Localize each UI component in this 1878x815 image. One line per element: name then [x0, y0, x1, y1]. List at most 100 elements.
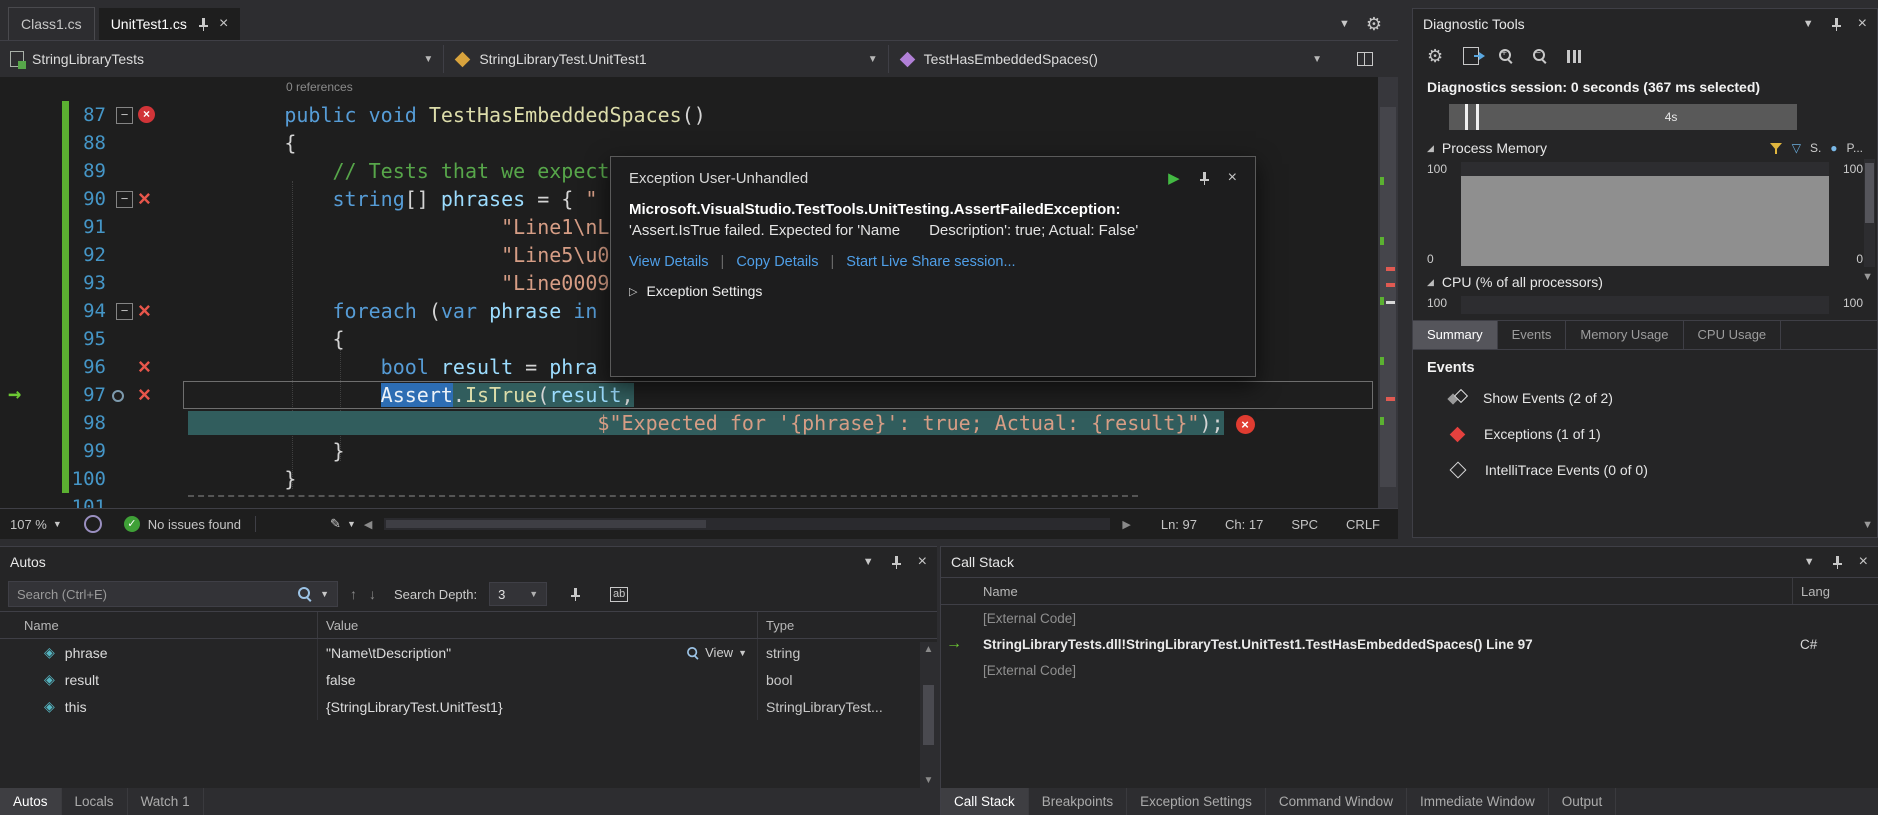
chevron-down-icon[interactable]: ▼	[320, 589, 329, 599]
value-view-button[interactable]: View▼	[686, 645, 747, 660]
diag-tab-events[interactable]: Events	[1498, 321, 1567, 349]
autos-row[interactable]: ◈this{StringLibraryTest.UnitTest1}String…	[0, 693, 937, 720]
export-icon[interactable]	[1463, 47, 1479, 65]
tab-options-gear-icon[interactable]: ⚙	[1366, 14, 1382, 35]
column-header-value[interactable]: Value	[318, 612, 758, 638]
popup-link-0[interactable]: View Details	[629, 254, 709, 270]
popup-link-1[interactable]: Copy Details	[736, 254, 818, 270]
cpu-section-header[interactable]: ◢ CPU (% of all processors)	[1413, 270, 1877, 292]
tool-tab-call-stack[interactable]: Call Stack	[941, 788, 1029, 815]
suggestions-pen-button[interactable]: ✎ ▼	[330, 516, 356, 532]
search-next-icon[interactable]: ↓	[369, 586, 376, 602]
pin-panel-icon[interactable]	[1831, 555, 1843, 569]
popup-link-2[interactable]: Start Live Share session...	[846, 254, 1015, 270]
tool-tab-immediate-window[interactable]: Immediate Window	[1407, 788, 1549, 815]
event-row[interactable]: IntelliTrace Events (0 of 0)	[1413, 452, 1877, 488]
diag-tab-cpu-usage[interactable]: CPU Usage	[1684, 321, 1782, 349]
close-panel-icon[interactable]: ×	[918, 554, 927, 570]
tool-tab-breakpoints[interactable]: Breakpoints	[1029, 788, 1127, 815]
code-line[interactable]: 101	[0, 493, 1378, 508]
column-header-type[interactable]: Type	[758, 612, 937, 638]
close-panel-icon[interactable]: ×	[1859, 554, 1868, 570]
tool-tab-output[interactable]: Output	[1549, 788, 1617, 815]
fold-toggle-icon[interactable]: −	[116, 303, 133, 320]
autos-row[interactable]: ◈resultfalsebool	[0, 666, 937, 693]
document-health-icon[interactable]	[84, 515, 102, 533]
fold-toggle-icon[interactable]: −	[116, 107, 133, 124]
column-header-name[interactable]: Name	[0, 612, 318, 638]
scroll-right-icon[interactable]: ▶	[1122, 518, 1130, 531]
pin-panel-icon[interactable]	[1830, 17, 1842, 31]
type-dropdown[interactable]: StringLibraryTest.UnitTest1 ▼	[444, 45, 888, 73]
pin-panel-icon[interactable]	[890, 555, 902, 569]
session-timeline[interactable]: 4s	[1449, 104, 1797, 130]
pin-popup-icon[interactable]	[1198, 171, 1210, 185]
code-line[interactable]: 99 }	[0, 437, 1378, 465]
tool-tab-command-window[interactable]: Command Window	[1266, 788, 1407, 815]
text-visualizer-button[interactable]: ab	[603, 581, 635, 607]
chevron-down-icon[interactable]: ▼	[1804, 556, 1815, 568]
diagnostics-scrollbar[interactable]	[1864, 159, 1875, 267]
close-panel-icon[interactable]: ×	[1858, 16, 1867, 32]
tab-class1[interactable]: Class1.cs	[8, 7, 95, 40]
member-dropdown[interactable]: TestHasEmbeddedSpaces() ▼	[889, 45, 1332, 73]
chevron-down-icon[interactable]: ▼	[863, 556, 874, 568]
pin-tab-icon[interactable]	[197, 17, 209, 31]
code-line[interactable]: 100 }	[0, 465, 1378, 493]
column-header-name[interactable]: Name	[967, 584, 1792, 599]
call-stack-row[interactable]: [External Code]	[941, 657, 1878, 683]
line-ending-indicator[interactable]: CRLF	[1346, 517, 1380, 532]
code-line[interactable]: 88 {	[0, 129, 1378, 157]
reset-view-chart-icon[interactable]	[1567, 50, 1581, 63]
search-depth-select[interactable]: 3 ▼	[489, 582, 547, 606]
project-dropdown[interactable]: StringLibraryTests ▼	[0, 45, 444, 73]
codelens-references[interactable]: 0 references	[286, 80, 353, 94]
event-row[interactable]: Show Events (2 of 2)	[1413, 380, 1877, 416]
autos-scrollbar[interactable]: ▲ ▼	[920, 642, 937, 788]
settings-gear-icon[interactable]: ⚙	[1427, 46, 1443, 67]
continue-play-icon[interactable]: ▶	[1168, 169, 1180, 187]
code-line[interactable]: 98 $"Expected for '{phrase}': true; Actu…	[0, 409, 1378, 437]
tool-tab-autos[interactable]: Autos	[0, 788, 62, 815]
exception-settings-expander[interactable]: ▷ Exception Settings	[629, 283, 1237, 299]
event-row[interactable]: Exceptions (1 of 1)	[1413, 416, 1877, 452]
process-memory-section-header[interactable]: ◢ Process Memory ▽ S. ● P...	[1413, 136, 1877, 158]
scrollbar-thumb[interactable]	[1865, 163, 1874, 223]
scroll-left-icon[interactable]: ◀	[364, 518, 372, 531]
close-popup-icon[interactable]: ×	[1228, 170, 1237, 186]
chevron-down-icon[interactable]: ▼	[1803, 18, 1814, 30]
code-line[interactable]: 87−× public void TestHasEmbeddedSpaces()	[0, 101, 1378, 129]
search-icon[interactable]	[298, 587, 312, 601]
scroll-down-icon[interactable]: ▼	[1862, 519, 1873, 531]
search-prev-icon[interactable]: ↑	[350, 586, 357, 602]
zoom-in-icon[interactable]: +	[1499, 49, 1513, 63]
call-stack-row[interactable]: →StringLibraryTests.dll!StringLibraryTes…	[941, 631, 1878, 657]
fold-toggle-icon[interactable]: −	[116, 191, 133, 208]
search-input[interactable]: Search (Ctrl+E) ▼	[8, 581, 338, 607]
scroll-down-icon[interactable]: ▼	[924, 775, 934, 786]
scroll-down-icon[interactable]: ▼	[1862, 271, 1873, 283]
split-window-button[interactable]	[1332, 45, 1398, 73]
spaces-indicator[interactable]: SPC	[1291, 517, 1318, 532]
call-stack-row[interactable]: [External Code]	[941, 605, 1878, 631]
tool-tab-exception-settings[interactable]: Exception Settings	[1127, 788, 1266, 815]
scrollbar-thumb[interactable]	[386, 520, 706, 528]
pin-values-button[interactable]	[559, 581, 591, 607]
scrollbar-thumb[interactable]	[923, 685, 934, 745]
code-line[interactable]: →97× Assert.IsTrue(result,	[0, 381, 1378, 409]
diagnostic-tools-header[interactable]: Diagnostic Tools ▼ ×	[1413, 9, 1877, 39]
diag-tab-memory-usage[interactable]: Memory Usage	[1566, 321, 1683, 349]
diag-tab-summary[interactable]: Summary	[1413, 321, 1498, 349]
zoom-out-icon[interactable]: −	[1533, 49, 1547, 63]
tab-unittest1[interactable]: UnitTest1.cs ×	[99, 8, 241, 40]
autos-header[interactable]: Autos ▼ ×	[0, 547, 937, 577]
close-tab-icon[interactable]: ×	[219, 16, 228, 32]
column-header-lang[interactable]: Lang	[1792, 578, 1878, 604]
autos-row[interactable]: ◈phrase"Name\tDescription"View▼string	[0, 639, 937, 666]
filter-funnel-icon[interactable]	[1769, 142, 1783, 155]
zoom-control[interactable]: 107 % ▼	[10, 517, 62, 532]
call-stack-header[interactable]: Call Stack ▼ ×	[941, 547, 1878, 577]
tool-tab-watch-1[interactable]: Watch 1	[128, 788, 204, 815]
scroll-up-icon[interactable]: ▲	[924, 644, 934, 655]
tool-tab-locals[interactable]: Locals	[62, 788, 128, 815]
